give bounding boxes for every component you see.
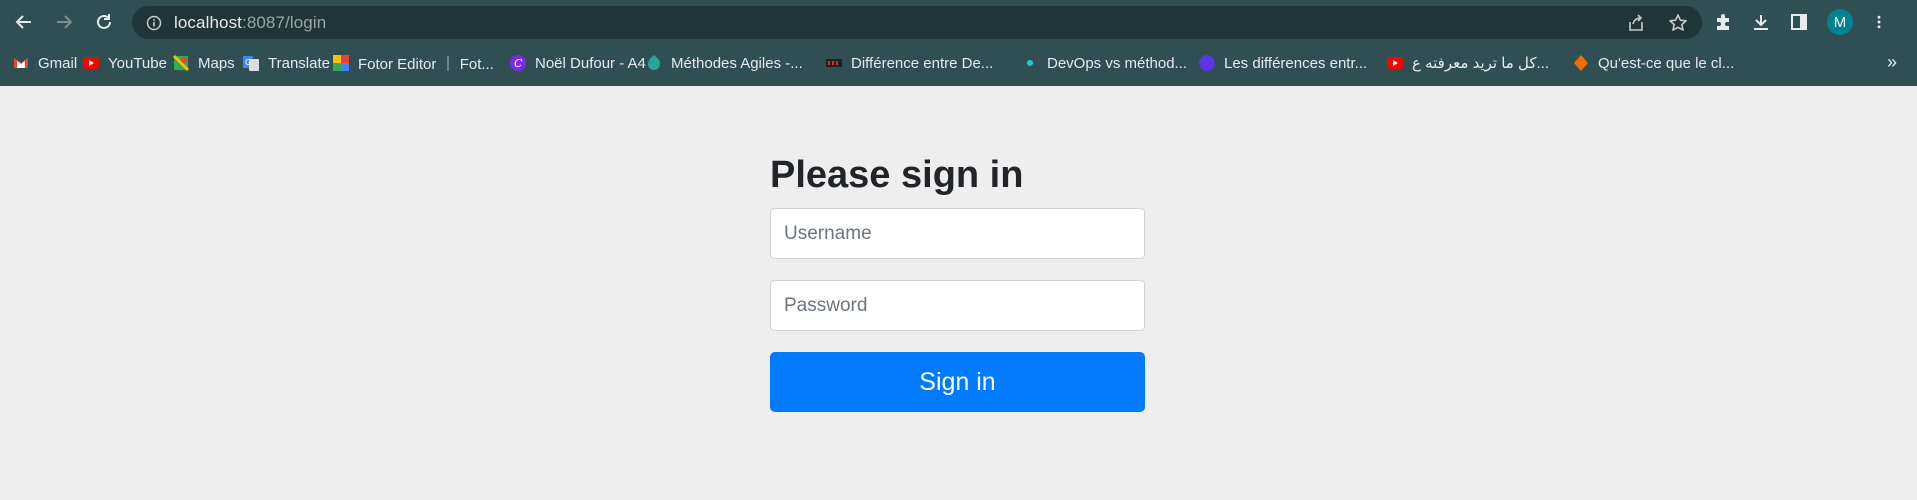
back-arrow-icon [15, 15, 31, 29]
page-title: Please sign in [770, 154, 1024, 196]
reload-icon [97, 14, 111, 29]
maps-icon [172, 54, 190, 72]
bookmark-label: DevOps vs méthod... [1047, 54, 1188, 72]
forward-button[interactable] [46, 4, 82, 40]
bookmarks-bar: Gmail YouTube Maps G Translate Fotor Edi… [12, 50, 1742, 76]
address-bar[interactable]: localhost:8087/login [132, 6, 1702, 39]
puzzle-icon [1572, 54, 1590, 72]
bookmark-maps[interactable]: Maps [172, 51, 242, 75]
bookmark-quest-ce[interactable]: Qu'est-ce que le cl... [1572, 51, 1742, 75]
more-bookmarks-button[interactable]: » [1887, 50, 1897, 74]
agile-icon [645, 54, 663, 72]
bookmark-label: كل ما تريد معرفته ع... [1412, 55, 1550, 72]
bookmark-star-icon[interactable] [1668, 13, 1688, 33]
globe-icon [1198, 54, 1216, 72]
bookmark-arabic-video[interactable]: كل ما تريد معرفته ع... [1386, 51, 1572, 75]
bookmark-translate[interactable]: G Translate [242, 51, 332, 75]
forward-arrow-icon [57, 15, 73, 29]
youtube-icon [82, 54, 100, 72]
bookmark-difference[interactable]: Différence entre De... [825, 51, 1021, 75]
svg-text:C: C [514, 57, 523, 70]
url-text[interactable]: localhost:8087/login [174, 13, 326, 33]
bookmark-label: Fotor Editor ｜ Fot... [358, 55, 494, 73]
username-input[interactable] [770, 208, 1145, 259]
bookmark-fotor[interactable]: Fotor Editor ｜ Fot... [332, 51, 509, 75]
bookmark-label: Qu'est-ce que le cl... [1598, 54, 1735, 72]
browser-toolbar: localhost:8087/login M [0, 0, 1917, 44]
reload-button[interactable] [86, 4, 122, 40]
bookmark-devops[interactable]: DevOps vs méthod... [1021, 51, 1198, 75]
youtube-icon [1386, 54, 1404, 72]
bookmark-label: Gmail [38, 54, 78, 72]
bookmark-label: Translate [268, 54, 330, 72]
svg-text:G: G [245, 58, 251, 67]
url-path: :8087/login [242, 12, 327, 32]
sign-in-button[interactable]: Sign in [770, 352, 1145, 412]
bookmark-label: YouTube [108, 54, 167, 72]
download-icon[interactable] [1751, 12, 1771, 32]
url-host: localhost [174, 12, 242, 32]
fotor-icon [332, 54, 350, 72]
bookmark-gmail[interactable]: Gmail [12, 51, 82, 75]
dot-icon [1021, 54, 1039, 72]
bookmark-label: Différence entre De... [851, 54, 994, 72]
toolbar-actions: M [1713, 0, 1887, 44]
translate-icon: G [242, 54, 260, 72]
bookmark-label: Méthodes Agiles -... [671, 54, 803, 72]
omnibox-actions [1626, 6, 1688, 39]
password-input[interactable] [770, 280, 1145, 331]
canva-icon: C [509, 54, 527, 72]
profile-avatar[interactable]: M [1827, 9, 1853, 35]
browser-chrome: localhost:8087/login M Gmail YouTube Map… [0, 0, 1917, 86]
bookmark-label: Maps [198, 54, 235, 72]
extensions-puzzle-icon[interactable] [1713, 12, 1733, 32]
bookmark-canva[interactable]: C Noël Dufour - A4 [509, 51, 646, 75]
gmail-icon [12, 54, 30, 72]
site-info-icon[interactable] [146, 15, 162, 31]
bookmark-differences[interactable]: Les différences entr... [1198, 51, 1386, 75]
share-icon[interactable] [1626, 13, 1646, 33]
back-button[interactable] [6, 4, 42, 40]
site-icon [825, 54, 843, 72]
kebab-menu-icon[interactable] [1871, 12, 1887, 32]
bookmark-label: Noël Dufour - A4 [535, 54, 646, 72]
bookmark-label: Les différences entr... [1224, 54, 1368, 72]
login-form: Please sign in Sign in [770, 152, 1145, 412]
bookmark-agile[interactable]: Méthodes Agiles -... [645, 51, 825, 75]
side-panel-icon[interactable] [1789, 12, 1809, 32]
bookmark-youtube[interactable]: YouTube [82, 51, 172, 75]
